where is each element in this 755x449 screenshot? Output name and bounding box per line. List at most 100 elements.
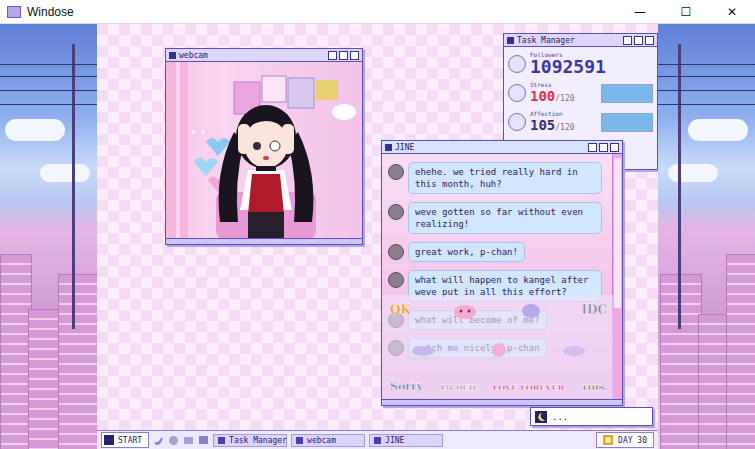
maximize-icon[interactable] [339, 51, 348, 60]
stat-bar-fill [602, 114, 652, 131]
cloud [5, 119, 65, 141]
stamp[interactable]: LOVE FOREVER [493, 382, 565, 392]
window-controls: —☐✕ [617, 0, 755, 23]
streamer-figure-icon: ★ ★ [166, 62, 362, 238]
stamp[interactable]: Sorry [390, 380, 423, 393]
building [726, 254, 755, 449]
window-title: JINE [395, 143, 414, 152]
chat-message: weve gotten so far without even realizin… [388, 202, 606, 234]
maximize-icon[interactable] [634, 36, 643, 45]
webcam-window: webcam ★ ★ [165, 48, 363, 245]
window-icon [169, 52, 176, 59]
chat-message: great work, p-chan! [388, 242, 606, 262]
avatar-icon [388, 244, 404, 260]
day-label: DAY 30 [618, 436, 647, 445]
power-wire [0, 90, 97, 91]
building [660, 274, 702, 449]
stat-row: Stress100/120 [508, 80, 653, 106]
window-title: webcam [179, 51, 208, 60]
close-icon[interactable] [350, 51, 359, 60]
stat-avatar-icon [508, 84, 526, 102]
stat-value: 100 [530, 88, 555, 104]
scrollbar-thumb[interactable] [614, 158, 621, 308]
window-titlebar: JINE [382, 141, 622, 154]
window-icon [296, 437, 303, 444]
stat-label: Affection [530, 111, 575, 117]
title-bar: Windose—☐✕ [0, 0, 755, 24]
minimize-icon[interactable] [328, 51, 337, 60]
stat-max: /120 [555, 123, 574, 132]
screen-icon[interactable] [198, 435, 209, 446]
stat-value: 105 [530, 117, 555, 133]
webcam-feed: ★ ★ [166, 62, 362, 238]
window-icon [385, 144, 392, 151]
taskbar-item-label: Task Manager [229, 436, 287, 445]
jine-window: JINE ehehe. we tried really hard in this … [381, 140, 623, 406]
stamp-face-icon [488, 342, 510, 358]
screen-icon [198, 435, 209, 446]
minimize-icon[interactable] [588, 143, 597, 152]
stat-value: 1092591 [530, 56, 606, 77]
start-label: START [118, 436, 142, 445]
svg-text:★ ★: ★ ★ [191, 127, 206, 136]
taskbar-item[interactable]: Task Manager [213, 434, 287, 447]
maximize-icon[interactable] [599, 143, 608, 152]
stat-avatar-icon [508, 55, 526, 73]
minimize-icon[interactable] [623, 36, 632, 45]
message-icon[interactable] [183, 435, 194, 446]
chat-icon [168, 435, 179, 446]
window-icon [507, 37, 514, 44]
window-control-button[interactable]: ✕ [709, 0, 755, 23]
window-buttons [623, 36, 654, 45]
desktop: webcam ★ ★ Task Manager Followers1092591 Str… [97, 24, 658, 430]
avatar-icon [388, 164, 404, 180]
stat-max: /120 [555, 94, 574, 103]
scrollbar[interactable] [612, 154, 622, 399]
window-buttons [588, 143, 619, 152]
message-bubble: great work, p-chan! [408, 242, 525, 262]
taskbar-item[interactable]: webcam [291, 434, 365, 447]
taskbar: START Task Manager webcam JINE DAY 30 [97, 430, 658, 449]
stat-bar-fill [602, 85, 652, 102]
start-button[interactable]: START [101, 432, 149, 448]
stat-label: Stress [530, 82, 575, 88]
message-bubble: weve gotten so far without even realizin… [408, 202, 602, 234]
message-icon [183, 435, 194, 446]
street-scene [0, 24, 97, 449]
stamp-blob-icon [520, 301, 542, 319]
stamp[interactable]: IDC [581, 303, 607, 317]
window-titlebar: Task Manager [504, 34, 657, 47]
chat-icon[interactable] [168, 435, 179, 446]
bird-icon[interactable] [153, 435, 164, 446]
window-icon [218, 437, 225, 444]
street-scene [658, 24, 755, 449]
moon-icon [536, 412, 546, 422]
sun-icon [603, 435, 613, 445]
window-titlebar: webcam [166, 49, 362, 62]
moon-icon [535, 411, 547, 423]
app-icon [7, 6, 21, 18]
stat-row: Followers1092591 [508, 51, 653, 77]
window-title: Task Manager [517, 36, 575, 45]
taskbar-item[interactable]: JINE [369, 434, 443, 447]
stat-bar [601, 113, 653, 132]
taskbar-item-label: JINE [385, 436, 404, 445]
message-input[interactable]: ... [530, 407, 653, 426]
stat-avatar-icon [508, 113, 526, 131]
input-text: ... [552, 412, 568, 422]
power-wire [658, 64, 755, 65]
building [28, 309, 62, 449]
stamp[interactable]: THIS. [581, 382, 607, 392]
power-wire [658, 104, 755, 105]
stamp[interactable]: OK [390, 303, 411, 317]
stamp-cat-icon [410, 343, 436, 357]
close-icon[interactable] [610, 143, 619, 152]
stamp[interactable]: IM DED [440, 382, 475, 392]
cloud [668, 164, 718, 182]
stat-row: Affection105/120 [508, 109, 653, 135]
taskbar-item-label: webcam [307, 436, 336, 445]
close-icon[interactable] [645, 36, 654, 45]
window-control-button[interactable]: ☐ [663, 0, 709, 23]
window-control-button[interactable]: — [617, 0, 663, 23]
chat-message: ehehe. we tried really hard in this mont… [388, 162, 606, 194]
